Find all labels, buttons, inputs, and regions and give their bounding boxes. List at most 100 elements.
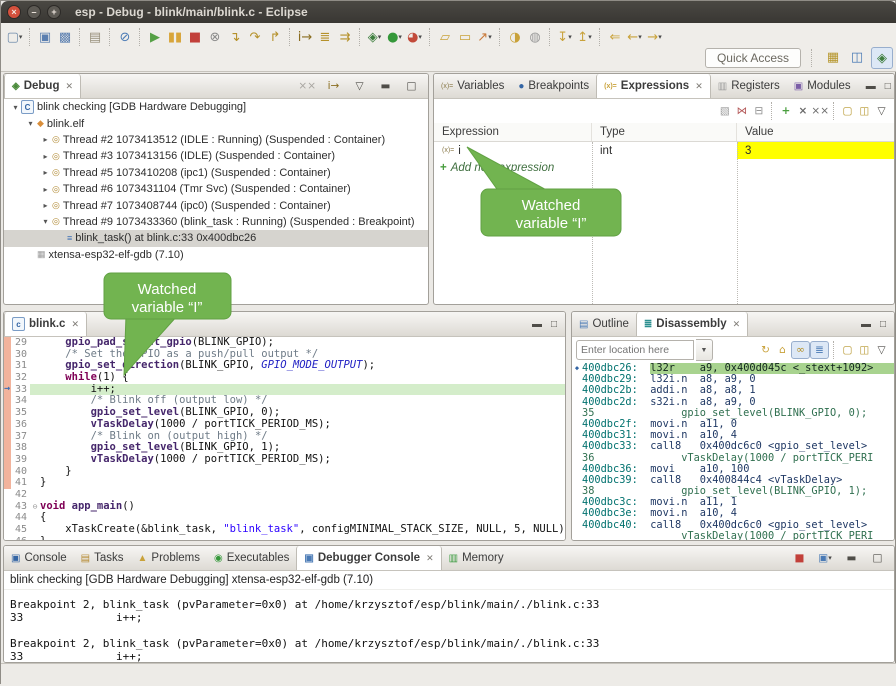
column-expression[interactable]: Expression [434, 123, 592, 141]
export-icon[interactable]: ◫ [856, 103, 873, 119]
terminate-console-icon[interactable]: ■ [791, 550, 808, 566]
close-tab-icon[interactable]: ✕ [426, 553, 434, 564]
suspend-icon[interactable]: ▮▮ [165, 27, 185, 47]
close-icon[interactable]: × [7, 5, 21, 19]
expander-icon[interactable]: ▾ [25, 119, 36, 128]
debug-tree-item[interactable]: ▸◎Thread #6 1073431104 (Tmr Svc) (Suspen… [4, 181, 428, 197]
maximize-icon[interactable]: □ [885, 81, 891, 92]
expander-icon[interactable]: ▾ [40, 217, 51, 226]
debug-icon[interactable]: ◈▾ [365, 27, 385, 47]
editor-body[interactable]: 29 gpio_pad_select_gpio(BLINK_GPIO);30 /… [4, 337, 565, 540]
debug-tree-item[interactable]: ≡blink_task() at blink.c:33 0x400dbc26 [4, 230, 428, 246]
instruction-stepping-toggle-icon[interactable]: i→ [325, 78, 342, 94]
tab-debug[interactable]: ◈Debug✕ [4, 74, 81, 98]
debug-tree-item[interactable]: ▸◎Thread #2 1073413512 (IDLE : Running) … [4, 132, 428, 148]
view-menu-icon[interactable]: ▽ [351, 78, 368, 94]
tab-console[interactable]: ▣Console [4, 546, 74, 570]
profile-icon[interactable]: ◕▾ [405, 27, 425, 47]
debug-history-icon[interactable]: ⇉ [335, 27, 355, 47]
location-dropdown-icon[interactable]: ▼ [696, 339, 713, 361]
code-line-43[interactable]: 43⊖void app_main() [4, 501, 565, 513]
code-line-39[interactable]: 39 vTaskDelay(1000 / portTICK_PERIOD_MS)… [4, 454, 565, 466]
show-source-icon[interactable]: ≣ [810, 341, 829, 359]
minimize-icon[interactable]: ▬ [861, 319, 871, 330]
new-wizard-icon[interactable]: ▢▾ [5, 27, 25, 47]
open-folder-icon[interactable]: ▱ [435, 27, 455, 47]
save-all-icon[interactable]: ▩ [55, 27, 75, 47]
close-tab-icon[interactable]: ✕ [733, 319, 741, 330]
step-over-icon[interactable]: ↷ [245, 27, 265, 47]
tab-disassembly[interactable]: ≣Disassembly✕ [636, 312, 748, 336]
debug-tree-item[interactable]: ▸◎Thread #5 1073410208 (ipc1) (Suspended… [4, 165, 428, 181]
instruction-stepping-icon[interactable]: i→ [295, 27, 315, 47]
code-line-46[interactable]: 46} [4, 536, 565, 540]
disconnect-icon[interactable]: ⊗ [205, 27, 225, 47]
tab-memory[interactable]: ▥Memory [442, 546, 511, 570]
remove-all-expressions-icon[interactable]: ×× [811, 103, 829, 119]
expander-icon[interactable]: ▸ [40, 135, 51, 144]
maximize-icon[interactable]: □ [403, 78, 420, 94]
flash-icon[interactable]: ↗▾ [475, 27, 495, 47]
step-return-icon[interactable]: ↱ [265, 27, 285, 47]
tab-variables[interactable]: (x)=Variables [434, 74, 511, 98]
minimize-icon[interactable]: ▬ [377, 78, 394, 94]
mark-occurrences-icon[interactable]: ◑ [505, 27, 525, 47]
tab-blink-c[interactable]: cblink.c✕ [4, 312, 87, 336]
console-output[interactable]: Breakpoint 2, blink_task (pvParameter=0x… [4, 590, 894, 663]
tab-executables[interactable]: ◉Executables [207, 546, 296, 570]
run-icon[interactable]: ●▾ [385, 27, 405, 47]
tab-tasks[interactable]: ▤Tasks [74, 546, 131, 570]
disassembly-instruction-line[interactable]: 400dbc3e: movi.n a10, 4 [572, 508, 894, 519]
back-history-icon[interactable]: ←▾ [625, 27, 645, 47]
new-view-icon[interactable]: ▢ [839, 103, 856, 119]
maximize-icon[interactable]: □ [551, 319, 557, 330]
save-icon[interactable]: ▣ [35, 27, 55, 47]
tab-outline[interactable]: ▤Outline [572, 312, 636, 336]
maximize-icon[interactable]: □ [869, 550, 886, 566]
tab-problems[interactable]: ▲Problems [131, 546, 207, 570]
minimize-icon[interactable]: – [27, 5, 41, 19]
maximize-icon[interactable]: + [47, 5, 61, 19]
build-icon[interactable]: ▤ [85, 27, 105, 47]
display-selected-console-icon[interactable]: ▣▾ [817, 550, 834, 566]
home-icon[interactable]: ⌂ [774, 342, 791, 358]
quick-access-button[interactable]: Quick Access [705, 48, 801, 68]
tab-expressions[interactable]: (x)=Expressions✕ [596, 74, 711, 98]
expander-icon[interactable]: ▸ [40, 185, 51, 194]
tab-registers[interactable]: ▥Registers [711, 74, 787, 98]
expander-icon[interactable]: ▸ [40, 152, 51, 161]
disassembly-instruction-line[interactable]: 400dbc33: call8 0x400dc6c0 <gpio_set_lev… [572, 441, 894, 452]
goto-annotation-icon[interactable]: ↥▾ [575, 27, 595, 47]
show-logical-structures-icon[interactable]: ⋈ [733, 103, 750, 119]
close-tab-icon[interactable]: ✕ [695, 81, 703, 92]
debug-tree-item[interactable]: ▸◎Thread #7 1073408744 (ipc0) (Suspended… [4, 197, 428, 213]
view-menu-icon[interactable]: ▽ [873, 342, 890, 358]
minimize-icon[interactable]: ▬ [532, 319, 542, 330]
sync-selection-icon[interactable]: ∞ [791, 341, 810, 359]
code-line-40[interactable]: 40 } [4, 466, 565, 478]
terminate-icon[interactable]: ■ [185, 27, 205, 47]
open-project-icon[interactable]: ▭ [455, 27, 475, 47]
disassembly-body[interactable]: ◆400dbc26: l32r a9, 0x400d045c <_stext+1… [572, 363, 894, 540]
step-filters-icon[interactable]: ≣ [315, 27, 335, 47]
tab-modules[interactable]: ▣Modules [787, 74, 858, 98]
debug-tree-item[interactable]: ▾◎Thread #9 1073433360 (blink_task : Run… [4, 214, 428, 230]
new-view-icon[interactable]: ▢ [839, 342, 856, 358]
minimize-icon[interactable]: ▬ [866, 81, 876, 92]
last-edit-location-icon[interactable]: ↧▾ [555, 27, 575, 47]
view-menu-icon[interactable]: ▽ [873, 103, 890, 119]
open-perspective-icon[interactable]: ▦ [823, 47, 843, 67]
disassembly-source-line[interactable]: 36 vTaskDelay(1000 / portTICK_PERI [572, 453, 894, 464]
show-type-names-icon[interactable]: ▧ [716, 103, 733, 119]
back-icon[interactable]: ⇐ [605, 27, 625, 47]
resume-icon[interactable]: ▶ [145, 27, 165, 47]
expander-icon[interactable]: ▾ [10, 103, 21, 112]
location-input[interactable] [576, 340, 694, 360]
step-into-icon[interactable]: ↴ [225, 27, 245, 47]
close-tab-icon[interactable]: ✕ [71, 319, 79, 330]
debug-tree-item[interactable]: ▦xtensa-esp32-elf-gdb (7.10) [4, 247, 428, 263]
disassembly-source-line[interactable]: vTaskDelay(1000 / portTICK_PERI [572, 531, 894, 540]
close-tab-icon[interactable]: ✕ [65, 81, 73, 92]
debug-tree-item[interactable]: ▾Cblink checking [GDB Hardware Debugging… [4, 99, 428, 115]
expander-icon[interactable]: ▸ [40, 168, 51, 177]
